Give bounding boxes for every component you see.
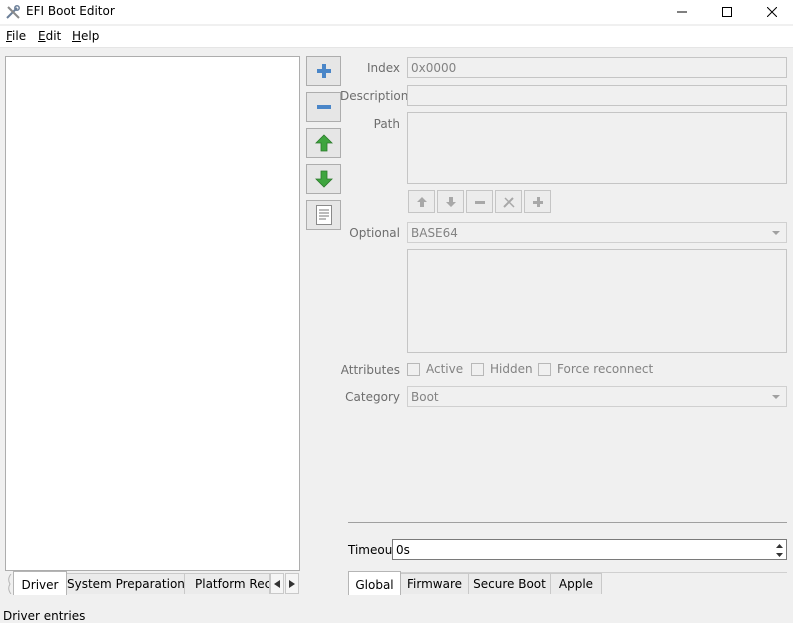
move-down-icon [314, 170, 333, 188]
spin-down-icon [775, 552, 783, 557]
path-move-up-button[interactable] [408, 190, 435, 213]
tab-scroll-right-button[interactable] [285, 573, 299, 594]
category-value: Boot [411, 390, 439, 404]
tab-system-preparation[interactable]: System Preparation [66, 573, 185, 594]
description-field[interactable] [407, 85, 787, 106]
optional-format-select[interactable]: BASE64 [407, 222, 787, 243]
menu-edit[interactable]: Edit [38, 29, 61, 43]
edit-icon [502, 196, 515, 208]
tab-global[interactable]: Global [348, 571, 401, 595]
details-button[interactable] [306, 200, 341, 230]
timeout-label: Timeout [348, 543, 398, 557]
down-arrow-icon [445, 196, 456, 207]
tab-global-label: Global [355, 578, 394, 592]
add-icon [316, 64, 331, 78]
path-move-down-button[interactable] [437, 190, 464, 213]
force-reconnect-checkbox[interactable]: Force reconnect [538, 361, 653, 377]
active-checkbox-box[interactable] [407, 362, 420, 376]
menu-help[interactable]: Help [72, 29, 99, 43]
spin-up-icon [775, 543, 783, 548]
path-edit-button[interactable] [495, 190, 522, 213]
tab-apple[interactable]: Apple [550, 573, 602, 594]
up-arrow-icon [416, 196, 427, 207]
add-entry-button[interactable] [306, 56, 341, 86]
move-up-icon [314, 134, 333, 152]
active-checkbox-label: Active [426, 362, 464, 376]
menu-file[interactable]: File [6, 29, 26, 43]
force-reconnect-checkbox-label: Force reconnect [557, 362, 654, 376]
tab-edge-decoration [8, 574, 12, 594]
remove-entry-button[interactable] [306, 92, 341, 122]
title-bar: EFI Boot Editor [0, 0, 793, 24]
chevron-left-icon [274, 579, 280, 588]
tab-driver[interactable]: Driver [13, 571, 67, 595]
menu-edit-label: dit [45, 29, 62, 43]
status-bar-text: Driver entries [3, 609, 86, 623]
hidden-checkbox-label: Hidden [490, 362, 533, 376]
entry-type-tabs: Driver System Preparation Platform Recov [5, 571, 300, 596]
hidden-checkbox-box[interactable] [471, 362, 484, 376]
wrench-screwdriver-icon [6, 5, 20, 19]
timeout-value: 0s [396, 543, 410, 557]
document-icon [315, 205, 332, 225]
menu-help-label: elp [81, 29, 100, 43]
attributes-label: Attributes [340, 363, 400, 377]
tab-firmware-label: Firmware [407, 577, 462, 591]
path-remove-button[interactable] [466, 190, 493, 213]
minimize-button[interactable] [659, 0, 704, 24]
close-icon [766, 7, 777, 17]
category-select[interactable]: Boot [407, 386, 787, 407]
maximize-icon [721, 7, 732, 17]
remove-icon [316, 105, 331, 109]
chevron-down-icon [772, 231, 780, 235]
boot-entry-list[interactable] [5, 56, 300, 571]
window-title: EFI Boot Editor [26, 4, 115, 18]
chevron-down-icon [772, 395, 780, 399]
minimize-icon [676, 11, 687, 13]
menu-help-mnemonic: H [72, 29, 82, 43]
chevron-right-icon [289, 579, 295, 588]
minus-icon [474, 200, 485, 204]
timeout-increment-button[interactable] [773, 541, 785, 550]
menu-file-label: ile [12, 29, 27, 43]
category-label: Category [345, 390, 400, 404]
path-list[interactable] [407, 112, 787, 184]
tab-apple-label: Apple [558, 577, 594, 591]
path-label: Path [373, 117, 400, 131]
menu-bar: File Edit Help [0, 26, 793, 48]
tab-system-preparation-label: System Preparation [67, 577, 185, 591]
plus-icon [532, 196, 543, 207]
active-checkbox[interactable]: Active [407, 361, 463, 377]
path-add-button[interactable] [524, 190, 551, 213]
hidden-checkbox[interactable]: Hidden [471, 361, 533, 377]
menu-edit-mnemonic: E [38, 29, 46, 43]
tab-platform-recovery[interactable]: Platform Recov [184, 573, 270, 594]
index-field[interactable]: 0x0000 [407, 57, 787, 78]
maximize-button[interactable] [704, 0, 749, 24]
section-divider [348, 522, 787, 523]
timeout-spinbox[interactable]: 0s [392, 539, 787, 560]
tab-firmware[interactable]: Firmware [400, 573, 469, 594]
tab-driver-label: Driver [21, 578, 59, 592]
tab-platform-recovery-label: Platform Recov [195, 577, 269, 591]
optional-format-value: BASE64 [411, 226, 458, 240]
timeout-decrement-button[interactable] [773, 550, 785, 559]
tab-scroll-left-button[interactable] [270, 573, 284, 594]
tab-secure-boot[interactable]: Secure Boot [468, 573, 551, 594]
move-up-button[interactable] [306, 128, 341, 158]
force-reconnect-checkbox-box[interactable] [538, 362, 551, 376]
close-button[interactable] [749, 0, 793, 24]
index-label: Index [366, 61, 400, 75]
description-label: Description [340, 89, 409, 103]
tab-secure-boot-label: Secure Boot [473, 577, 546, 591]
optional-data-text[interactable] [407, 249, 787, 353]
move-down-button[interactable] [306, 164, 341, 194]
optional-label: Optional [349, 226, 400, 240]
